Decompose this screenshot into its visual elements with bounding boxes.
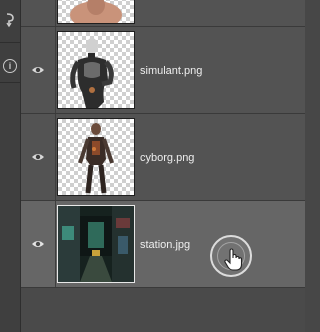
visibility-column bbox=[21, 114, 56, 200]
info-glyph: i bbox=[3, 59, 17, 73]
layer-row[interactable] bbox=[21, 0, 305, 27]
layer-row-station[interactable]: station.jpg bbox=[21, 201, 305, 288]
info-icon[interactable]: i bbox=[0, 56, 20, 76]
tool-divider bbox=[0, 82, 20, 83]
layer-row-simulant[interactable]: simulant.png bbox=[21, 27, 305, 114]
layers-panel: simulant.png cyborg.png station.jpg bbox=[21, 0, 305, 332]
visibility-column bbox=[21, 27, 56, 113]
eye-icon[interactable] bbox=[31, 65, 45, 75]
layer-thumbnail bbox=[57, 0, 135, 24]
hand-cursor-icon bbox=[224, 248, 243, 271]
eye-icon[interactable] bbox=[31, 152, 45, 162]
visibility-column bbox=[21, 0, 56, 26]
tool-divider bbox=[0, 42, 20, 43]
layer-thumbnail bbox=[57, 118, 135, 196]
layer-thumbnail bbox=[57, 31, 135, 109]
layer-name: simulant.png bbox=[140, 65, 203, 77]
layer-name: cyborg.png bbox=[140, 152, 195, 164]
layers-empty-area bbox=[21, 288, 305, 332]
history-brush-icon[interactable] bbox=[0, 12, 20, 32]
visibility-column bbox=[21, 201, 56, 287]
layer-thumbnail bbox=[57, 205, 135, 283]
layer-row-cyborg[interactable]: cyborg.png bbox=[21, 114, 305, 201]
eye-icon[interactable] bbox=[31, 239, 45, 249]
tool-strip: i bbox=[0, 0, 21, 332]
layer-name: station.jpg bbox=[140, 239, 191, 251]
